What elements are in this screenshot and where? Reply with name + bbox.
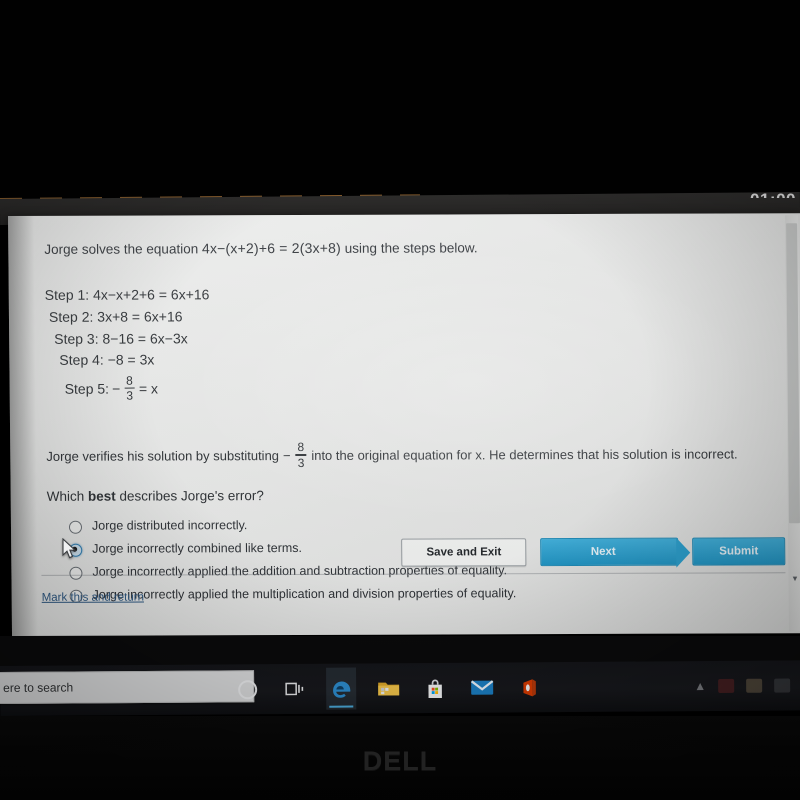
step-expression: 3x+8 = 6x+16 xyxy=(97,308,183,325)
prompt-text-before: Jorge solves the equation xyxy=(44,241,199,257)
windows-taskbar: ere to search ▲ xyxy=(0,660,800,716)
scrollbar-thumb[interactable] xyxy=(786,223,800,524)
step-label: Step 2: xyxy=(48,308,94,325)
verify-sign: − xyxy=(282,447,291,463)
step-label: Step 3: xyxy=(54,330,99,347)
step-row-5: Step 5: − 8 3 = x xyxy=(46,373,772,403)
fraction-numerator: 8 xyxy=(126,373,133,388)
step-expression: 8−16 = 6x−3x xyxy=(102,329,188,347)
question-line: Which best describes Jorge's error? xyxy=(47,486,773,504)
step-row: Step 2: 3x+8 = 6x+16 xyxy=(45,304,771,328)
laptop-base: DELL xyxy=(0,716,800,800)
fraction-numerator: 8 xyxy=(297,440,305,455)
option-label: Jorge incorrectly combined like terms. xyxy=(92,540,303,556)
taskbar-icon-strip xyxy=(232,662,544,714)
main-equation: 4x−(x+2)+6 = 2(3x+8) xyxy=(201,239,342,257)
option-label: Jorge incorrectly applied the multiplica… xyxy=(92,585,517,602)
question-emphasis: best xyxy=(87,488,116,504)
file-explorer-icon[interactable] xyxy=(373,667,403,709)
mark-this-and-return-link[interactable]: Mark this and return xyxy=(42,592,144,604)
search-placeholder-text: ere to search xyxy=(3,680,74,695)
system-tray: ▲ xyxy=(694,660,791,711)
option-row-4[interactable]: Jorge incorrectly applied the multiplica… xyxy=(48,586,774,603)
solution-steps: Step 1: 4x−x+2+6 = 6x+16 Step 2: 3x+8 = … xyxy=(45,283,772,404)
taskbar-search-input[interactable]: ere to search xyxy=(0,670,255,705)
verify-text-after: into the original equation for x. He det… xyxy=(311,446,738,463)
radio-button-icon[interactable] xyxy=(68,520,83,534)
office-icon[interactable] xyxy=(514,666,544,708)
cortana-ring-glyph xyxy=(237,679,257,699)
step-label: Step 1: xyxy=(44,286,90,304)
action-button-bar: Save and Exit Next Submit xyxy=(401,537,786,567)
quiz-page-surface: Jorge solves the equation 4x−(x+2)+6 = 2… xyxy=(8,213,800,636)
chevron-down-icon[interactable]: ▾ xyxy=(788,571,800,585)
step-row: Step 3: 8−16 = 6x−3x xyxy=(45,326,771,350)
screen-left-shadow xyxy=(8,215,39,636)
save-and-exit-button[interactable]: Save and Exit xyxy=(401,538,527,567)
mail-icon[interactable] xyxy=(467,667,497,709)
fraction-eight-thirds-inline: 8 3 xyxy=(295,440,307,470)
step-label: Step 4: xyxy=(59,351,104,369)
task-view-icon[interactable] xyxy=(279,668,309,710)
verify-text-before: Jorge verifies his solution by substitut… xyxy=(46,448,280,464)
vertical-scrollbar[interactable]: ▾ xyxy=(785,215,800,632)
step-row: Step 1: 4x−x+2+6 = 6x+16 xyxy=(45,283,771,307)
tray-icon-3[interactable] xyxy=(774,678,791,693)
fraction-denominator: 3 xyxy=(126,388,134,403)
radio-button-icon[interactable] xyxy=(69,566,83,580)
step5-sign: − xyxy=(111,380,121,397)
radio-button-icon-selected[interactable] xyxy=(69,543,83,557)
dell-logo-text: DELL xyxy=(362,746,438,776)
verification-sentence: Jorge verifies his solution by substitut… xyxy=(46,440,772,471)
laptop-bezel-top xyxy=(0,0,800,200)
question-pre: Which xyxy=(46,488,89,504)
question-prompt: Jorge solves the equation 4x−(x+2)+6 = 2… xyxy=(44,237,770,259)
question-post: describes Jorge's error? xyxy=(115,487,264,504)
screenshot-root: 01:00 Jorge solves the equation 4x−(x+2)… xyxy=(0,0,800,800)
option-label: Jorge distributed incorrectly. xyxy=(91,517,248,533)
submit-button[interactable]: Submit xyxy=(692,537,786,566)
step-expression: 4x−x+2+6 = 6x+16 xyxy=(92,286,210,303)
fraction-denominator: 3 xyxy=(297,455,305,470)
quiz-page: Jorge solves the equation 4x−(x+2)+6 = 2… xyxy=(8,213,800,636)
cortana-icon[interactable] xyxy=(232,668,262,710)
microsoft-store-icon[interactable] xyxy=(420,667,450,709)
prompt-text-after: using the steps below. xyxy=(344,240,478,256)
step-expression: −8 = 3x xyxy=(107,351,155,368)
show-hidden-icons-chevron-icon[interactable]: ▲ xyxy=(694,679,706,693)
tray-icon-2[interactable] xyxy=(746,678,763,693)
tray-icon-1[interactable] xyxy=(718,678,735,693)
step-label: Step 5: xyxy=(64,380,110,397)
step-row: Step 4: −8 = 3x xyxy=(45,348,771,372)
dell-logo: DELL xyxy=(363,746,438,777)
edge-icon[interactable] xyxy=(326,667,357,710)
option-row-1[interactable]: Jorge distributed incorrectly. xyxy=(47,517,773,534)
fraction-eight-thirds: 8 3 xyxy=(124,373,135,403)
step5-equals: = x xyxy=(138,380,159,397)
next-button[interactable]: Next xyxy=(540,537,679,567)
